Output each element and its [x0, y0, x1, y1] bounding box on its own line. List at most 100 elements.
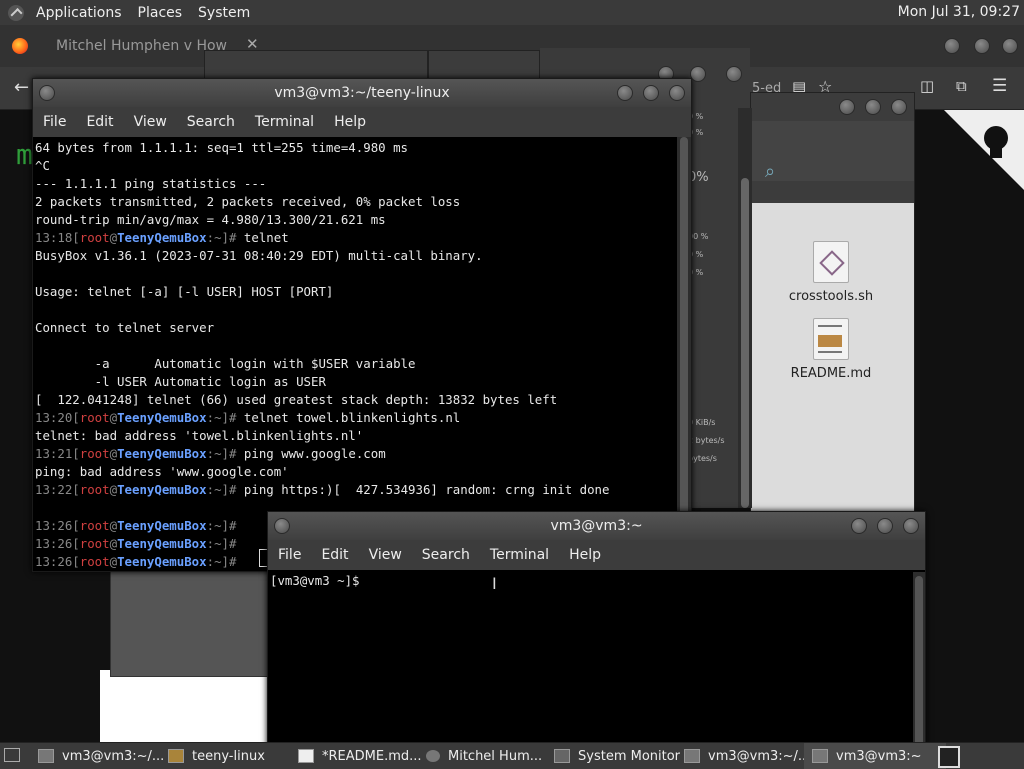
prompt-time: 13:21[	[35, 446, 80, 461]
firefox-icon	[426, 750, 440, 762]
back-arrow-icon[interactable]: ←	[14, 77, 29, 98]
distro-logo-icon[interactable]	[8, 4, 24, 21]
net-reading: bytes/s	[688, 454, 717, 463]
menu-terminal[interactable]: Terminal	[480, 547, 559, 563]
output-line: Connect to telnet server	[35, 320, 215, 335]
extensions-icon[interactable]: ⧉	[956, 77, 967, 95]
workspace-switcher-icon[interactable]	[938, 746, 960, 768]
terminal2-title: vm3@vm3:~	[550, 518, 643, 534]
folder-icon	[168, 749, 184, 763]
system-monitor-icon	[554, 749, 570, 763]
browser-close-button[interactable]	[1002, 38, 1018, 54]
page-white-block	[100, 670, 270, 742]
window-menu-button[interactable]	[274, 518, 290, 534]
file-manager-window: ⌕ crosstools.sh README.md	[750, 92, 915, 514]
taskbar-item[interactable]: vm3@vm3:~/...	[30, 743, 176, 769]
fm-close-button[interactable]	[891, 99, 907, 115]
prompt-command: ping www.google.com	[243, 446, 386, 461]
taskbar-item-active[interactable]: vm3@vm3:~	[804, 743, 946, 769]
places-menu[interactable]: Places	[130, 5, 191, 21]
prompt-time: 13:26[	[35, 518, 80, 533]
prompt-line: 13:20[root@TeenyQemuBox:~]# telnet towel…	[35, 409, 689, 427]
terminal-scrollbar[interactable]	[677, 137, 691, 571]
taskbar-item[interactable]: *README.md...	[290, 743, 434, 769]
text-editor-icon	[298, 749, 314, 763]
prompt-command: telnet	[243, 230, 289, 245]
output-line: ping: bad address 'www.google.com'	[35, 464, 289, 479]
taskbar-item[interactable]: teeny-linux	[160, 743, 306, 769]
menu-help[interactable]: Help	[559, 547, 611, 563]
menu-help[interactable]: Help	[324, 114, 376, 130]
github-corner-icon[interactable]	[944, 110, 1024, 190]
taskbar-item[interactable]: System Monitor	[546, 743, 692, 769]
panel-clock[interactable]: Mon Jul 31, 09:27	[898, 4, 1020, 20]
browser-maximize-button[interactable]	[974, 38, 990, 54]
menu-view[interactable]: View	[359, 547, 412, 563]
show-desktop-icon[interactable]	[4, 748, 20, 762]
terminal-titlebar[interactable]: vm3@vm3:~/teeny-linux	[33, 79, 691, 107]
menu-search[interactable]: Search	[412, 547, 480, 563]
minimize-button[interactable]	[617, 85, 633, 101]
maximize-button[interactable]	[877, 518, 893, 534]
terminal2-output[interactable]: [vm3@vm3 ~]$	[268, 570, 925, 592]
prompt-user: root	[79, 410, 110, 425]
system-menu[interactable]: System	[190, 5, 258, 21]
terminal-icon	[684, 749, 700, 763]
prompt-time: 13:26[	[35, 536, 80, 551]
prompt-host: TeenyQemuBox	[117, 410, 207, 425]
output-line: 2 packets transmitted, 2 packets receive…	[35, 194, 461, 209]
output-line: round-trip min/avg/max = 4.980/13.300/21…	[35, 212, 386, 227]
file-item[interactable]: crosstools.sh	[776, 241, 886, 304]
terminal2-scrollbar[interactable]	[913, 572, 925, 752]
hamburger-menu-icon[interactable]: ☰	[992, 76, 1007, 96]
browser-minimize-button[interactable]	[944, 38, 960, 54]
close-button[interactable]	[669, 85, 685, 101]
applications-menu[interactable]: Applications	[28, 5, 130, 21]
search-icon[interactable]: ⌕	[765, 161, 775, 182]
file-item[interactable]: README.md	[776, 318, 886, 381]
menu-file[interactable]: File	[33, 114, 76, 130]
hidden-close-button[interactable]	[726, 66, 742, 82]
close-button[interactable]	[903, 518, 919, 534]
minimize-button[interactable]	[851, 518, 867, 534]
menu-edit[interactable]: Edit	[311, 547, 358, 563]
output-line: BusyBox v1.36.1 (2023-07-31 08:40:29 EDT…	[35, 248, 483, 263]
prompt-user: root	[79, 554, 110, 569]
prompt-at: @	[109, 482, 118, 497]
prompt-at: @	[109, 410, 118, 425]
fm-minimize-button[interactable]	[839, 99, 855, 115]
fm-toolbar: ⌕	[751, 121, 914, 182]
terminal-output[interactable]: 64 bytes from 1.1.1.1: seq=1 ttl=255 tim…	[33, 137, 691, 573]
net-reading: 2 bytes/s	[688, 436, 725, 445]
shell-prompt: [vm3@vm3 ~]$	[270, 573, 360, 588]
text-cursor-icon: I	[492, 574, 497, 593]
taskbar-item[interactable]: vm3@vm3:~/...	[676, 743, 820, 769]
window-menu-button[interactable]	[39, 85, 55, 101]
output-line: telnet: bad address 'towel.blinkenlights…	[35, 428, 364, 443]
prompt-path: :~]#	[206, 410, 244, 425]
pocket-icon[interactable]: ◫	[920, 77, 934, 95]
menu-search[interactable]: Search	[177, 114, 245, 130]
taskbar-item[interactable]: Mitchel Hum...	[418, 743, 562, 769]
prompt-at: @	[109, 518, 118, 533]
menu-view[interactable]: View	[124, 114, 177, 130]
script-file-icon	[813, 241, 849, 283]
fm-maximize-button[interactable]	[865, 99, 881, 115]
output-line: -a Automatic login with $USER variable	[35, 356, 416, 371]
prompt-at: @	[109, 230, 118, 245]
menu-terminal[interactable]: Terminal	[245, 114, 324, 130]
terminal2-titlebar[interactable]: vm3@vm3:~	[268, 512, 925, 540]
output-line: Usage: telnet [-a] [-l USER] HOST [PORT]	[35, 284, 334, 299]
prompt-line: 13:21[root@TeenyQemuBox:~]# ping www.goo…	[35, 445, 689, 463]
prompt-path: :~]#	[206, 536, 244, 551]
output-line: [ 122.041248] telnet (66) used greatest …	[35, 392, 558, 407]
hidden-maximize-button[interactable]	[690, 66, 706, 82]
menu-file[interactable]: File	[268, 547, 311, 563]
menu-edit[interactable]: Edit	[76, 114, 123, 130]
sysmon-scrollbar[interactable]	[738, 108, 752, 508]
maximize-button[interactable]	[643, 85, 659, 101]
prompt-user: root	[79, 518, 110, 533]
